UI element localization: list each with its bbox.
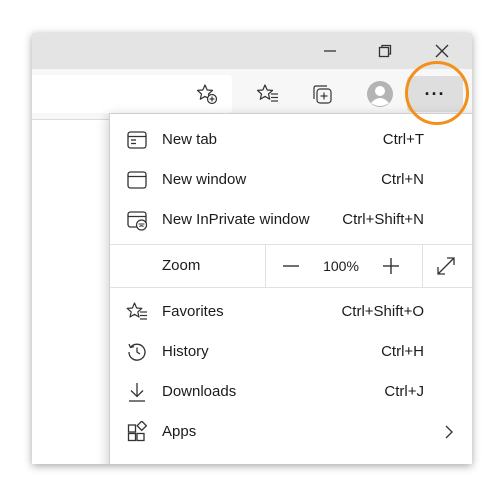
title-bar: [32, 33, 472, 69]
fullscreen-icon: [437, 257, 455, 275]
zoom-in-button[interactable]: [375, 250, 407, 282]
menu-item-label: New tab: [162, 131, 218, 148]
collections-button[interactable]: [308, 80, 336, 108]
zoom-out-button[interactable]: [275, 250, 307, 282]
menu-item-label: New InPrivate window: [162, 211, 310, 228]
inprivate-icon: [127, 211, 148, 231]
download-icon: [129, 383, 145, 402]
menu-item-favorites[interactable]: Favorites Ctrl+Shift+O: [110, 292, 472, 332]
menu-item-new-tab[interactable]: New tab Ctrl+T: [110, 120, 472, 160]
menu-item-label: Downloads: [162, 383, 237, 400]
settings-menu: New tab Ctrl+T New window Ctrl+N New InP…: [109, 113, 472, 464]
favorite-add-icon: [196, 84, 218, 105]
minimize-icon: [324, 50, 336, 52]
close-icon: [435, 44, 449, 58]
profile-icon: [367, 81, 393, 107]
zoom-divider: [422, 245, 423, 287]
profile-button[interactable]: [365, 79, 395, 109]
restore-button[interactable]: [362, 33, 408, 69]
menu-item-shortcut: Ctrl+Shift+O: [341, 303, 424, 320]
menu-item-label: Favorites: [162, 303, 224, 320]
favorites-icon: [256, 84, 278, 102]
zoom-out-icon: [283, 265, 299, 267]
zoom-value: 100%: [323, 258, 359, 274]
menu-item-history[interactable]: History Ctrl+H: [110, 332, 472, 372]
menu-item-shortcut: Ctrl+H: [381, 343, 424, 360]
menu-item-shortcut: Ctrl+N: [381, 171, 424, 188]
zoom-label: Zoom: [162, 257, 201, 274]
collections-icon: [313, 85, 332, 104]
full-screen-button[interactable]: [430, 250, 462, 282]
menu-item-shortcut: Ctrl+J: [384, 383, 424, 400]
zoom-in-icon: [383, 258, 399, 274]
history-icon: [128, 343, 146, 361]
menu-item-label: Apps: [162, 423, 197, 440]
settings-icon: [126, 461, 148, 464]
new-tab-icon: [127, 131, 147, 149]
address-bar[interactable]: [32, 75, 232, 113]
menu-item-settings[interactable]: [110, 452, 472, 464]
minimize-button[interactable]: [307, 33, 353, 69]
menu-item-apps[interactable]: Apps: [110, 412, 472, 452]
maximize-icon: [378, 44, 392, 58]
menu-item-new-window[interactable]: New window Ctrl+N: [110, 160, 472, 200]
zoom-divider: [265, 245, 266, 287]
menu-item-downloads[interactable]: Downloads Ctrl+J: [110, 372, 472, 412]
menu-item-new-inprivate-window[interactable]: New InPrivate window Ctrl+Shift+N: [110, 200, 472, 240]
highlight-circle: [405, 61, 469, 125]
zoom-row: Zoom 100%: [110, 245, 472, 287]
menu-item-label: New window: [162, 171, 247, 188]
apps-icon: [127, 421, 148, 442]
new-window-icon: [127, 171, 147, 189]
favorites-icon: [126, 302, 147, 320]
menu-item-label: History: [162, 343, 209, 360]
menu-item-shortcut: Ctrl+Shift+N: [342, 211, 424, 228]
menu-item-shortcut: Ctrl+T: [382, 131, 424, 148]
favorites-button[interactable]: [254, 80, 282, 108]
chevron-right-icon: [445, 425, 453, 439]
menu-divider: [110, 287, 472, 288]
add-favorite-button[interactable]: [195, 82, 219, 106]
